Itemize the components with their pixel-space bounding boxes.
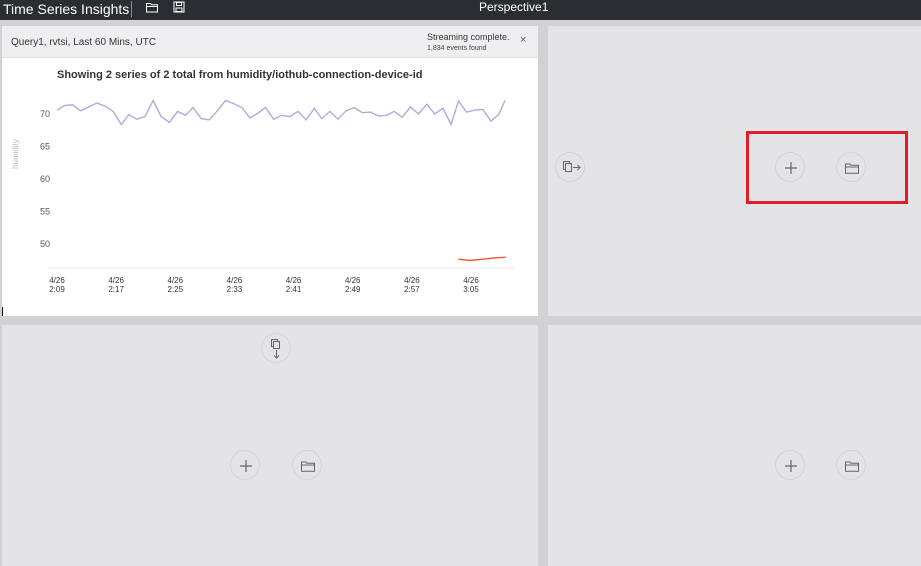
y-tick-label: 60 — [40, 174, 50, 184]
duplicate-right-button[interactable] — [555, 152, 585, 182]
x-tick-time: 2:33 — [227, 285, 243, 294]
y-tick-label: 50 — [40, 239, 50, 249]
open-query-button[interactable] — [292, 450, 322, 480]
x-tick-date: 4/26 — [463, 276, 479, 285]
y-tick-label: 65 — [40, 142, 50, 152]
y-axis-label: humidity — [11, 139, 20, 169]
perspective-name: Perspective1 — [479, 0, 549, 14]
empty-panel-bottom-left — [2, 325, 538, 566]
highlight-box — [746, 131, 908, 204]
x-tick-date: 4/26 — [227, 276, 243, 285]
x-tick-date: 4/26 — [108, 276, 124, 285]
add-icon — [240, 460, 252, 472]
x-tick-time: 2:25 — [168, 285, 184, 294]
add-query-button[interactable] — [775, 450, 805, 480]
humidity-line-chart: 7065605550humidity4/262:094/262:174/262:… — [11, 98, 514, 294]
y-tick-label: 70 — [40, 109, 50, 119]
empty-panel-bottom-right — [548, 325, 921, 566]
series-line-1 — [56, 98, 506, 127]
x-tick-date: 4/26 — [168, 276, 184, 285]
toolbar-separator — [131, 1, 132, 17]
text-cursor — [2, 307, 3, 316]
x-tick-time: 2:41 — [286, 285, 302, 294]
x-tick-time: 2:09 — [49, 285, 65, 294]
add-icon — [785, 460, 797, 472]
open-folder-icon — [301, 461, 315, 472]
x-tick-date: 4/26 — [404, 276, 420, 285]
open-folder-icon — [845, 461, 859, 472]
top-bar: Time Series Insights Perspective1 — [0, 0, 921, 20]
open-query-button[interactable] — [836, 450, 866, 480]
duplicate-down-button[interactable] — [261, 333, 291, 363]
duplicate-right-icon — [563, 161, 581, 172]
x-tick-date: 4/26 — [49, 276, 65, 285]
x-tick-time: 2:17 — [108, 285, 124, 294]
y-tick-label: 55 — [40, 207, 50, 217]
x-tick-time: 2:57 — [404, 285, 420, 294]
chart-panel: Query1, rvtsi, Last 60 Mins, UTC Streami… — [2, 26, 538, 316]
x-tick-time: 3:05 — [463, 285, 479, 294]
app-title: Time Series Insights — [3, 1, 130, 17]
save-icon[interactable] — [172, 0, 188, 16]
x-tick-date: 4/26 — [345, 276, 361, 285]
x-tick-time: 2:49 — [345, 285, 361, 294]
add-query-button[interactable] — [230, 450, 260, 480]
open-folder-icon[interactable] — [145, 0, 161, 16]
duplicate-down-icon — [271, 339, 280, 359]
series-line-2 — [458, 256, 506, 262]
x-tick-date: 4/26 — [286, 276, 302, 285]
